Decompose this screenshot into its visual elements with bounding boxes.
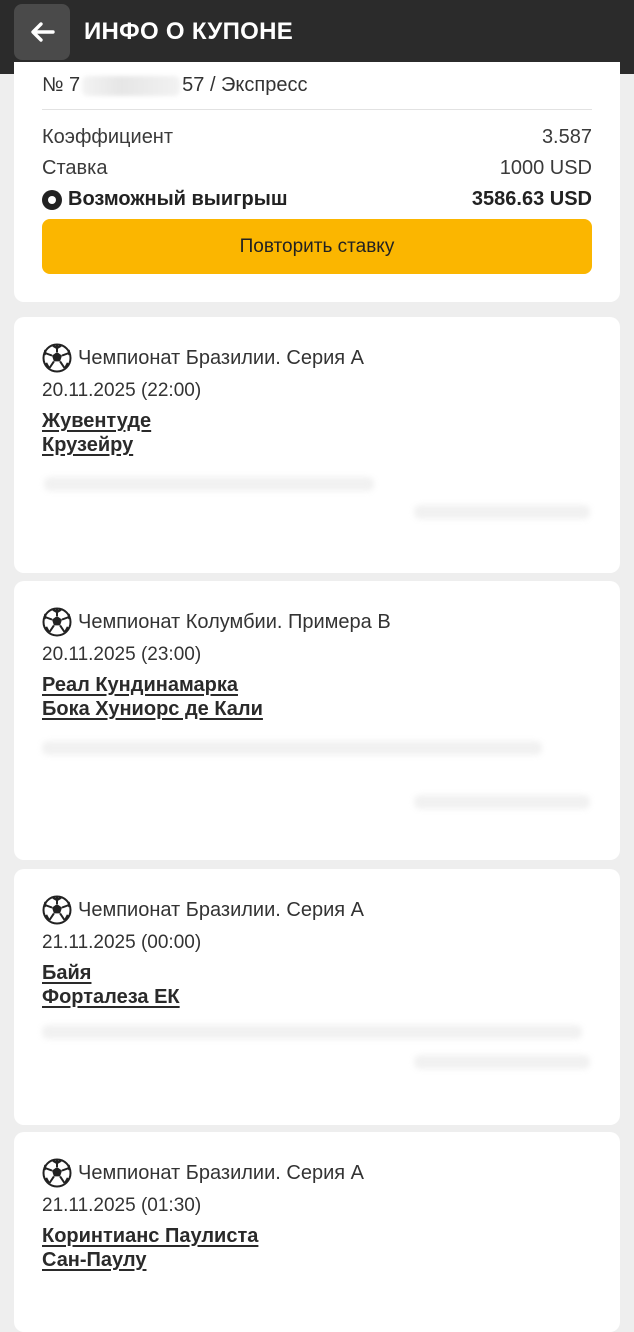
soccer-ball-icon: [42, 343, 72, 373]
redacted-market-line: [42, 741, 542, 755]
redacted-odds-line: [414, 505, 590, 519]
away-team-link[interactable]: Сан-Паулу: [42, 1249, 146, 1272]
soccer-ball-icon: [42, 607, 72, 637]
repeat-bet-button[interactable]: Повторить ставку: [42, 219, 592, 274]
league-name: Чемпионат Бразилии. Серия А: [78, 898, 364, 921]
coefficient-value: 3.587: [541, 126, 592, 148]
page-title: ИНФО О КУПОНЕ: [84, 18, 294, 45]
home-team-link[interactable]: Коринтианс Паулиста: [42, 1225, 258, 1248]
event-date: 20.11.2025 (23:00): [42, 644, 202, 665]
soccer-ball-icon: [42, 1158, 72, 1188]
possible-win-row: Возможный выигрыш 3586.63 USD: [42, 188, 592, 211]
redacted-odds-line: [414, 1055, 590, 1069]
redacted-market-line: [42, 1025, 582, 1039]
event-card[interactable]: Чемпионат Бразилии. Серия А 20.11.2025 (…: [14, 317, 620, 573]
home-team-link[interactable]: Байя: [42, 962, 91, 985]
event-date: 20.11.2025 (22:00): [42, 380, 202, 401]
possible-win-label-group: Возможный выигрыш: [42, 188, 287, 211]
possible-win-value: 3586.63 USD: [471, 188, 592, 210]
league-row: Чемпионат Бразилии. Серия А: [42, 1158, 364, 1188]
possible-win-label: Возможный выигрыш: [68, 188, 288, 210]
divider: [42, 109, 592, 110]
coupon-summary-card: № 7 57 / Экспресс Коэффициент 3.587 Став…: [14, 62, 620, 302]
league-name: Чемпионат Бразилии. Серия А: [78, 346, 364, 369]
coupon-number: № 7 57 / Экспресс: [42, 74, 307, 97]
event-card[interactable]: Чемпионат Бразилии. Серия А 21.11.2025 (…: [14, 1132, 620, 1332]
coupon-number-suffix: 57 / Экспресс: [182, 74, 308, 96]
league-name: Чемпионат Бразилии. Серия А: [78, 1161, 364, 1184]
league-name: Чемпионат Колумбии. Примера B: [78, 610, 391, 633]
coupon-number-prefix: № 7: [42, 74, 81, 96]
soccer-ball-icon: [42, 895, 72, 925]
league-row: Чемпионат Бразилии. Серия А: [42, 895, 364, 925]
event-date: 21.11.2025 (00:00): [42, 932, 202, 953]
coefficient-label: Коэффициент: [42, 126, 174, 148]
stake-label: Ставка: [42, 157, 108, 179]
home-team-link[interactable]: Реал Кундинамарка: [42, 674, 238, 697]
redacted-market-line: [44, 477, 374, 491]
redacted-odds-line: [414, 795, 590, 809]
back-button[interactable]: [14, 4, 70, 60]
event-card[interactable]: Чемпионат Бразилии. Серия А 21.11.2025 (…: [14, 869, 620, 1125]
coefficient-row: Коэффициент 3.587: [42, 126, 592, 149]
coupon-number-redacted: [82, 75, 181, 96]
stake-value: 1000 USD: [499, 157, 592, 179]
league-row: Чемпионат Колумбии. Примера B: [42, 607, 391, 637]
arrow-left-icon: [31, 22, 55, 42]
event-date: 21.11.2025 (01:30): [42, 1195, 202, 1216]
target-icon: [42, 189, 62, 210]
event-card[interactable]: Чемпионат Колумбии. Примера B 20.11.2025…: [14, 581, 620, 860]
stake-row: Ставка 1000 USD: [42, 157, 592, 180]
away-team-link[interactable]: Форталеза ЕК: [42, 986, 180, 1009]
league-row: Чемпионат Бразилии. Серия А: [42, 343, 364, 373]
home-team-link[interactable]: Жувентуде: [42, 410, 151, 433]
away-team-link[interactable]: Бока Хуниорс де Кали: [42, 698, 263, 721]
away-team-link[interactable]: Крузейру: [42, 434, 133, 457]
